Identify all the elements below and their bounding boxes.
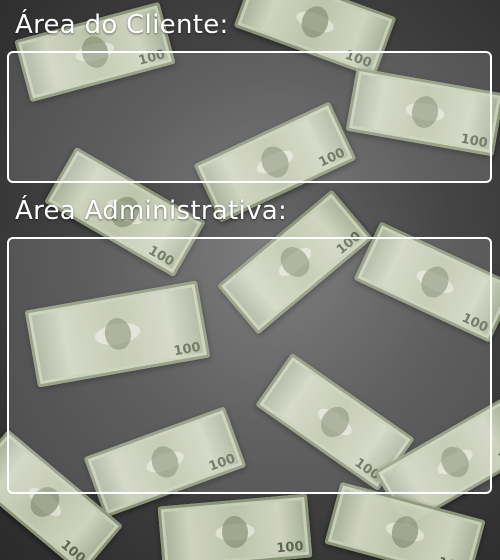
client-area-title: Área do Cliente: (15, 10, 229, 40)
client-area-panel (7, 51, 492, 183)
admin-area-panel (7, 237, 492, 494)
admin-area-title: Área Administrativa: (15, 196, 288, 226)
dollar-bill-image (157, 493, 313, 560)
